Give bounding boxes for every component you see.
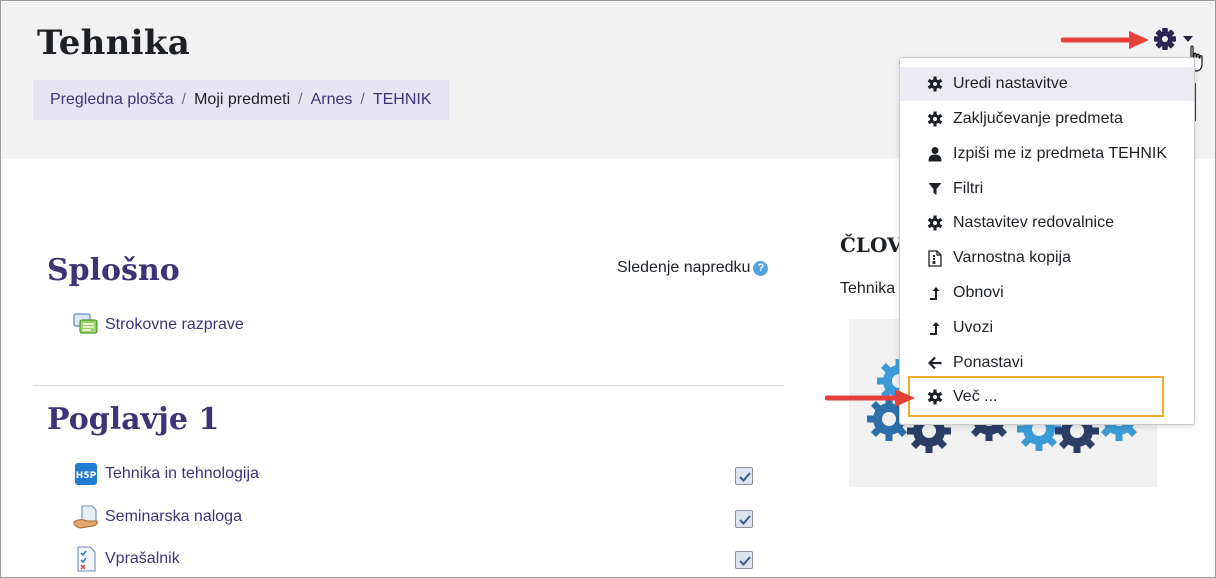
menu-item-restore[interactable]: Obnovi xyxy=(900,276,1194,310)
activity-label[interactable]: Seminarska naloga xyxy=(105,508,242,526)
activity-h5p[interactable]: H5P Tehnika in tehnologija xyxy=(73,461,259,487)
menu-item-label: Ponastavi xyxy=(953,354,1024,371)
check-icon xyxy=(739,556,751,566)
section-divider xyxy=(33,385,784,386)
side-block-title: ČLOV xyxy=(840,233,903,257)
menu-item-backup[interactable]: Varnostna kopija xyxy=(900,241,1194,275)
level-up-icon xyxy=(927,320,943,336)
progress-tracking-text: Sledenje napredku xyxy=(617,259,751,276)
question-circle-icon[interactable]: ? xyxy=(753,260,769,276)
menu-item-import[interactable]: Uvozi xyxy=(900,311,1194,345)
breadcrumb-item-course[interactable]: TEHNIK xyxy=(373,91,432,109)
breadcrumb: Pregledna plošča / Moji predmeti / Arnes… xyxy=(33,80,449,120)
activity-assignment[interactable]: Seminarska naloga xyxy=(73,504,242,530)
completion-checkbox[interactable] xyxy=(735,551,753,569)
h5p-icon: H5P xyxy=(73,461,99,487)
menu-item-gradebook-setup[interactable]: Nastavitev redovalnice xyxy=(900,206,1194,240)
annotation-arrow-icon xyxy=(1061,31,1149,49)
activity-forum[interactable]: Strokovne razprave xyxy=(73,312,244,338)
menu-item-filters[interactable]: Filtri xyxy=(900,172,1194,206)
gear-icon xyxy=(927,76,943,92)
menu-item-label: Filtri xyxy=(953,180,984,197)
gear-icon xyxy=(927,111,943,127)
level-up-icon xyxy=(927,285,943,301)
menu-item-label: Zaključevanje predmeta xyxy=(953,110,1123,127)
activity-label[interactable]: Strokovne razprave xyxy=(105,316,244,334)
assignment-icon xyxy=(73,504,99,530)
arrow-left-icon xyxy=(927,355,943,371)
menu-item-course-completion[interactable]: Zaključevanje predmeta xyxy=(900,102,1194,136)
menu-item-edit-settings[interactable]: Uredi nastavitve xyxy=(900,67,1194,101)
completion-checkbox[interactable] xyxy=(735,510,753,528)
course-actions-dropdown: Uredi nastavitve Zaključevanje predmeta … xyxy=(899,57,1195,425)
menu-item-reset[interactable]: Ponastavi xyxy=(900,346,1194,380)
breadcrumb-item-arnes[interactable]: Arnes xyxy=(311,91,353,109)
breadcrumb-item-my-courses: Moji predmeti xyxy=(194,91,291,108)
breadcrumb-separator: / xyxy=(181,91,187,108)
progress-tracking-label: Sledenje napredku ? xyxy=(617,259,769,277)
menu-item-unenrol[interactable]: Izpiši me iz predmeta TEHNIK xyxy=(900,137,1194,171)
annotation-arrow-icon xyxy=(825,389,915,407)
completion-checkbox[interactable] xyxy=(735,467,753,485)
gear-icon xyxy=(1153,27,1177,51)
breadcrumb-separator: / xyxy=(298,91,303,108)
check-icon xyxy=(739,472,751,482)
menu-item-label: Uredi nastavitve xyxy=(953,75,1068,92)
activity-label[interactable]: Vprašalnik xyxy=(105,550,180,568)
activity-quiz[interactable]: Vprašalnik xyxy=(73,546,180,572)
gear-icon xyxy=(927,215,943,231)
section-title: Poglavje 1 xyxy=(47,402,220,437)
page-title: Tehnika xyxy=(37,23,191,63)
menu-item-label: Varnostna kopija xyxy=(953,249,1071,266)
menu-item-label: Izpiši me iz predmeta TEHNIK xyxy=(953,145,1167,162)
page-frame: Tehnika Pregledna plošča / Moji predmeti… xyxy=(0,0,1216,578)
menu-item-label: Uvozi xyxy=(953,319,994,336)
side-block-text: Tehnika xyxy=(840,280,896,297)
forum-icon xyxy=(73,312,99,338)
menu-item-label: Obnovi xyxy=(953,284,1004,301)
section-title: Splošno xyxy=(47,253,180,288)
quiz-icon xyxy=(73,546,99,572)
breadcrumb-separator: / xyxy=(360,91,365,108)
breadcrumb-item-dashboard[interactable]: Pregledna plošča xyxy=(50,91,174,109)
file-archive-icon xyxy=(927,249,943,267)
user-icon xyxy=(927,146,943,162)
h5p-badge-text: H5P xyxy=(76,471,97,481)
activity-label[interactable]: Tehnika in tehnologija xyxy=(105,465,259,483)
check-icon xyxy=(739,515,751,525)
highlight-box xyxy=(908,376,1164,417)
menu-item-label: Nastavitev redovalnice xyxy=(953,214,1114,231)
filter-icon xyxy=(927,181,943,197)
chevron-down-icon xyxy=(1183,36,1193,42)
